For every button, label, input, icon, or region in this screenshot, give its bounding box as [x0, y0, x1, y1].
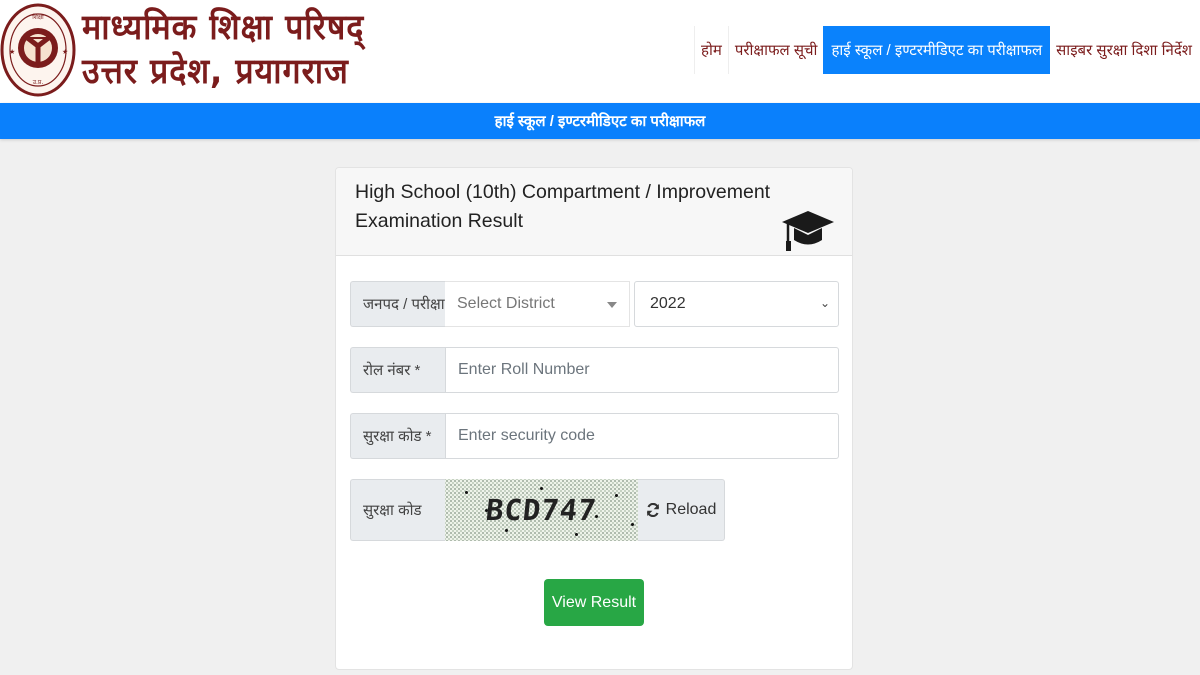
- security-code-field-wrapper: [445, 413, 839, 459]
- year-select-value: 2022: [650, 295, 686, 312]
- nav-result-list[interactable]: परीक्षाफल सूची: [727, 26, 824, 74]
- nav-cyber-security[interactable]: साइबर सुरक्षा दिशा निर्देश: [1050, 26, 1200, 74]
- district-select[interactable]: Select District: [445, 281, 630, 327]
- up-board-emblem-icon[interactable]: शिक्षा उ.प्र. ★ ★: [0, 2, 76, 98]
- card-header: High School (10th) Compartment / Improve…: [336, 168, 852, 256]
- view-result-button[interactable]: View Result: [544, 579, 644, 626]
- refresh-icon: [646, 503, 659, 517]
- security-code-row: सुरक्षा कोड *: [350, 413, 839, 459]
- card-title: High School (10th) Compartment / Improve…: [355, 181, 771, 232]
- nav-home[interactable]: होम: [693, 26, 728, 74]
- roll-number-input[interactable]: [458, 348, 838, 392]
- brand-line-1: माध्यमिक शिक्षा परिषद्: [82, 8, 365, 48]
- graduation-cap-icon: [782, 211, 834, 251]
- svg-text:शिक्षा: शिक्षा: [32, 13, 44, 21]
- main-nav: होम परीक्षाफल सूची हाई स्कूल / इण्टरमीडि…: [693, 26, 1200, 74]
- captcha-text: BCD747: [484, 493, 599, 527]
- caret-down-icon: [607, 302, 617, 308]
- chevron-down-icon: ⌄: [819, 296, 830, 310]
- roll-number-field-wrapper: [445, 347, 839, 393]
- brand-title: माध्यमिक शिक्षा परिषद् उत्तर प्रदेश, प्र…: [82, 6, 389, 94]
- page-title-bar: हाई स्कूल / इण्टरमीडिएट का परीक्षाफल: [0, 103, 1200, 139]
- captcha-image: BCD747: [445, 479, 638, 541]
- reload-captcha-button[interactable]: Reload: [638, 479, 725, 541]
- district-label: जनपद / परीक्षा केंद्र: [350, 281, 445, 327]
- svg-text:उ.प्र.: उ.प्र.: [33, 79, 44, 86]
- captcha-row: सुरक्षा कोड BCD747 Reload: [350, 479, 725, 541]
- captcha-label: सुरक्षा कोड: [350, 479, 445, 541]
- site-header: शिक्षा उ.प्र. ★ ★ माध्यमिक शिक्षा परिषद्…: [0, 0, 1200, 103]
- district-select-placeholder: Select District: [457, 295, 555, 312]
- svg-text:★: ★: [9, 48, 15, 56]
- security-code-input[interactable]: [458, 414, 838, 458]
- result-form-card: High School (10th) Compartment / Improve…: [335, 167, 853, 670]
- roll-number-label: रोल नंबर *: [350, 347, 445, 393]
- nav-hs-inter-result[interactable]: हाई स्कूल / इण्टरमीडिएट का परीक्षाफल: [823, 26, 1051, 74]
- svg-text:★: ★: [62, 48, 68, 56]
- brand-line-2: उत्तर प्रदेश, प्रयागराज: [82, 52, 349, 92]
- roll-number-row: रोल नंबर *: [350, 347, 839, 393]
- district-row: जनपद / परीक्षा केंद्र Select District 20…: [350, 281, 839, 327]
- security-code-label: सुरक्षा कोड *: [350, 413, 445, 459]
- reload-label: Reload: [665, 501, 717, 518]
- year-select[interactable]: 2022 ⌄: [634, 281, 839, 327]
